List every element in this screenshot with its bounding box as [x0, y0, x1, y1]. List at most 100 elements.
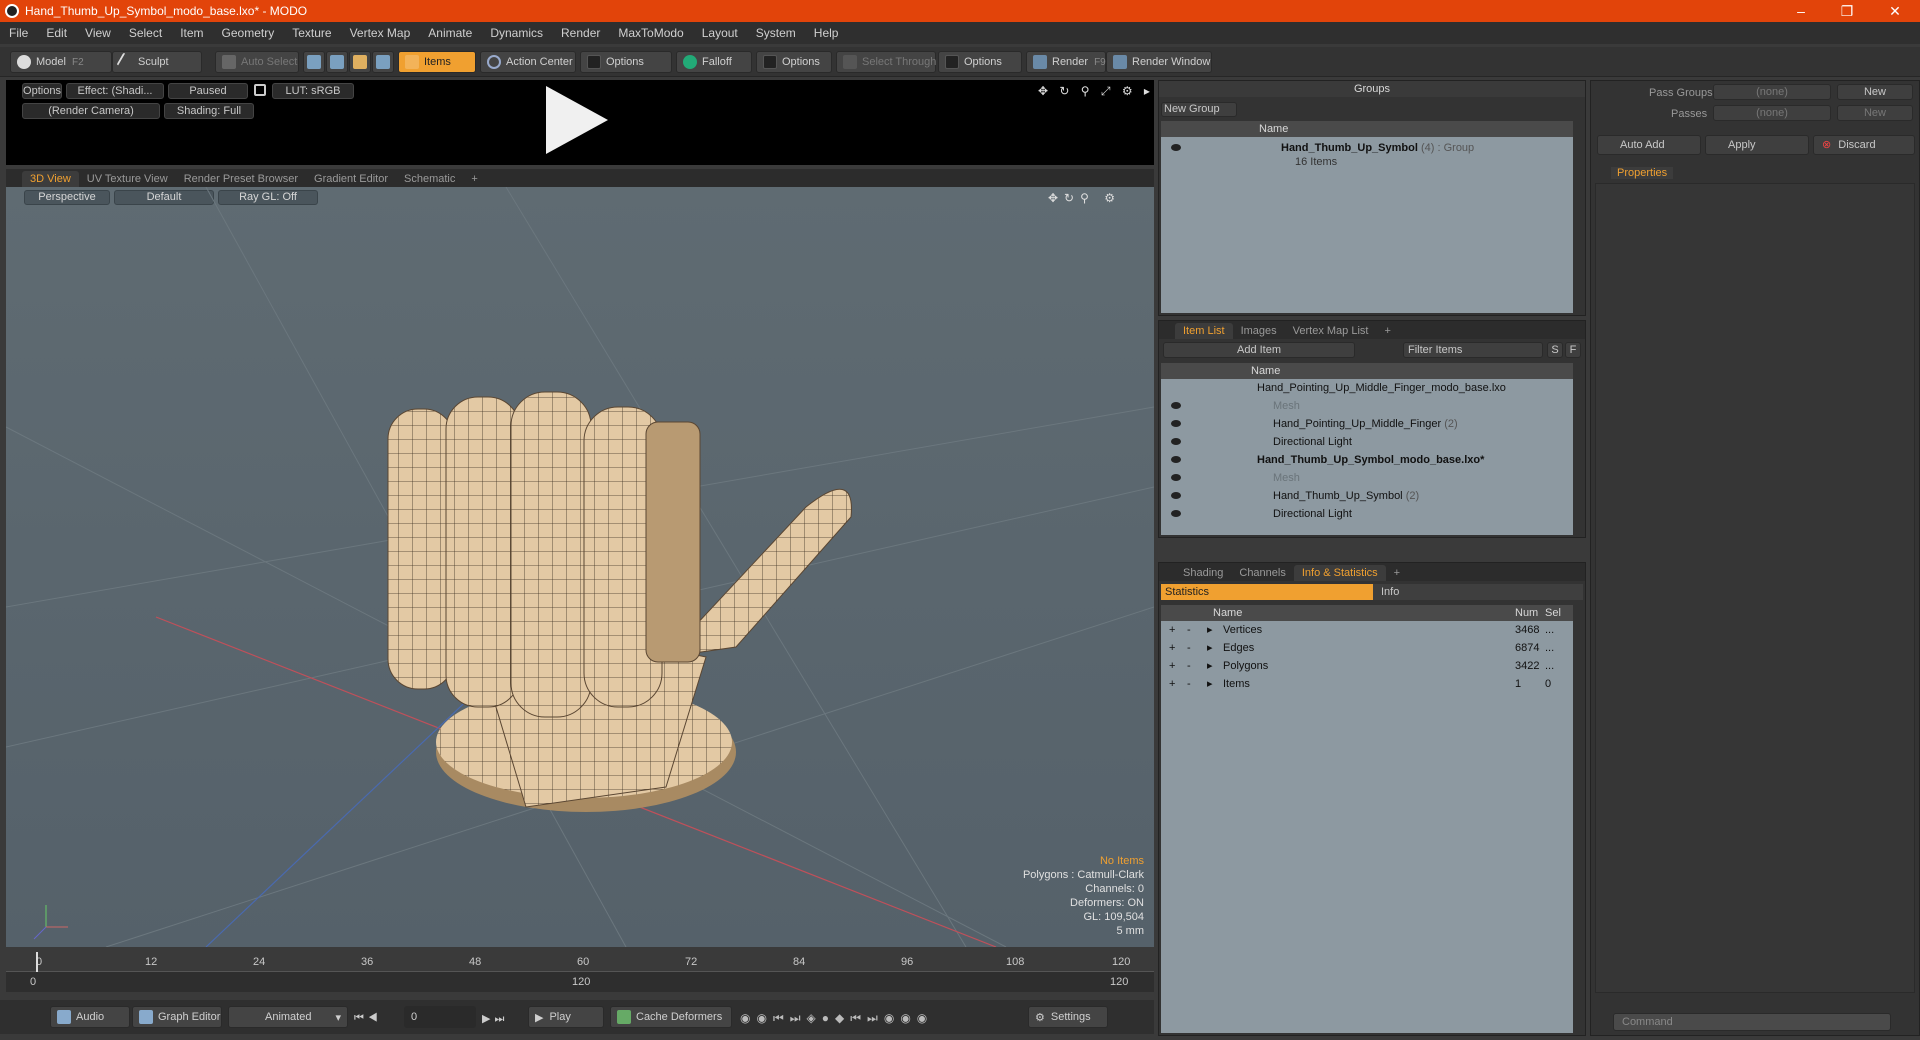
eye-icon[interactable] — [1171, 510, 1181, 517]
menu-vertex-map[interactable]: Vertex Map — [341, 22, 420, 44]
eye-icon[interactable] — [1171, 456, 1181, 463]
tab-item-list[interactable]: Item List — [1175, 323, 1233, 339]
menu-system[interactable]: System — [747, 22, 805, 44]
discard-button[interactable]: ⊗ Discard — [1813, 135, 1915, 155]
eye-icon[interactable] — [1171, 402, 1181, 409]
auto-select-button[interactable]: Auto Select — [215, 51, 299, 73]
edges-mode-button[interactable] — [326, 51, 348, 73]
render-button[interactable]: Render F9 — [1026, 51, 1106, 73]
filter-s-button[interactable]: S — [1547, 342, 1563, 358]
shading-dropdown[interactable]: Shading: Full — [164, 103, 254, 119]
pass-groups-dropdown[interactable]: (none) — [1713, 84, 1831, 100]
eye-icon[interactable] — [1171, 492, 1181, 499]
settings-button[interactable]: ⚙ Settings — [1028, 1006, 1108, 1028]
menu-render[interactable]: Render — [552, 22, 609, 44]
tab-3d-view[interactable]: 3D View — [22, 171, 79, 187]
playhead[interactable] — [36, 952, 38, 972]
add-tab-icon[interactable]: + — [463, 171, 485, 187]
auto-add-button[interactable]: Auto Add — [1597, 135, 1701, 155]
menu-select[interactable]: Select — [120, 22, 171, 44]
minimize-button[interactable]: – — [1778, 0, 1824, 22]
key-controls[interactable]: ◉◉⏮⏭◈●◆⏮⏭◉◉◉ — [740, 1011, 933, 1026]
command-input[interactable]: Command — [1613, 1013, 1891, 1031]
item-row-light-1[interactable]: Directional Light — [1161, 433, 1573, 451]
eye-icon[interactable] — [1171, 144, 1181, 151]
menu-layout[interactable]: Layout — [693, 22, 747, 44]
polygons-mode-button[interactable] — [349, 51, 371, 73]
graph-editor-button[interactable]: Graph Editor — [132, 1006, 222, 1028]
play-icon[interactable] — [546, 86, 608, 154]
stats-row-edges[interactable]: + - ▸ Edges 6874 ... — [1161, 639, 1573, 657]
minus-icon[interactable]: - — [1187, 639, 1191, 657]
falloff-button[interactable]: Falloff — [676, 51, 752, 73]
minus-icon[interactable]: - — [1187, 657, 1191, 675]
eye-icon[interactable] — [1171, 474, 1181, 481]
item-row-middle-finger-scene[interactable]: Hand_Pointing_Up_Middle_Finger_modo_base… — [1161, 379, 1573, 397]
viewport-3d[interactable]: Perspective Default Ray GL: Off ✥↻⚲ ⚙ No… — [6, 187, 1154, 947]
preview-options-button[interactable]: Options — [22, 83, 62, 99]
tab-properties[interactable]: Properties — [1611, 167, 1674, 179]
expand-icon[interactable]: ▸ — [1207, 657, 1213, 675]
tab-gradient-editor[interactable]: Gradient Editor — [306, 171, 396, 187]
cache-deformers-button[interactable]: Cache Deformers — [610, 1006, 732, 1028]
minus-icon[interactable]: - — [1187, 621, 1191, 639]
falloff-options-button[interactable]: Options — [756, 51, 832, 73]
play-button[interactable]: ▶ Play — [528, 1006, 604, 1028]
render-window-button[interactable]: Render Window — [1106, 51, 1212, 73]
select-through-options-button[interactable]: Options — [938, 51, 1022, 73]
close-button[interactable]: ✕ — [1872, 0, 1918, 22]
stats-row-polygons[interactable]: + - ▸ Polygons 3422 ... — [1161, 657, 1573, 675]
preview-paused-button[interactable]: Paused — [168, 83, 248, 99]
passes-new-button[interactable]: New — [1837, 105, 1913, 121]
tab-schematic[interactable]: Schematic — [396, 171, 463, 187]
item-row-thumb-scene[interactable]: Hand_Thumb_Up_Symbol_modo_base.lxo* — [1161, 451, 1573, 469]
item-row-thumb-up[interactable]: Hand_Thumb_Up_Symbol (2) — [1161, 487, 1573, 505]
eye-icon[interactable] — [1171, 420, 1181, 427]
tab-uv-texture-view[interactable]: UV Texture View — [79, 171, 176, 187]
vertices-mode-button[interactable] — [303, 51, 325, 73]
sculpt-mode-button[interactable]: Sculpt — [112, 51, 202, 73]
stats-row-items[interactable]: + - ▸ Items 1 0 — [1161, 675, 1573, 693]
menu-item[interactable]: Item — [171, 22, 212, 44]
pass-groups-new-button[interactable]: New — [1837, 84, 1913, 100]
expand-icon[interactable]: ▸ — [1207, 621, 1213, 639]
add-tab-icon-2[interactable]: + — [1376, 323, 1398, 339]
tab-statistics[interactable]: Statistics — [1161, 584, 1373, 600]
new-group-button[interactable]: New Group — [1161, 102, 1237, 117]
expand-icon[interactable]: ▸ — [1207, 639, 1213, 657]
menu-animate[interactable]: Animate — [419, 22, 481, 44]
preview-nav-icons[interactable]: ✥ ↻ ⚲ ⤢ ⚙ ▸ — [1038, 84, 1154, 99]
tab-channels[interactable]: Channels — [1231, 565, 1293, 581]
item-row-mesh-1[interactable]: Mesh — [1161, 397, 1573, 415]
select-through-button[interactable]: Select Through — [836, 51, 936, 73]
animated-dropdown[interactable]: Animated ▾ — [228, 1006, 348, 1028]
item-row-light-2[interactable]: Directional Light — [1161, 505, 1573, 523]
frame-input[interactable]: 0 — [404, 1006, 476, 1028]
render-camera-dropdown[interactable]: (Render Camera) — [22, 103, 160, 119]
minus-icon[interactable]: - — [1187, 675, 1191, 693]
group-row[interactable]: Hand_Thumb_Up_Symbol (4) : Group — [1161, 139, 1573, 157]
tab-render-preset-browser[interactable]: Render Preset Browser — [176, 171, 306, 187]
materials-mode-button[interactable] — [372, 51, 394, 73]
audio-button[interactable]: Audio — [50, 1006, 130, 1028]
items-mode-button[interactable]: Items — [398, 51, 476, 73]
menu-maxtomodo[interactable]: MaxToModo — [609, 22, 692, 44]
stats-row-vertices[interactable]: + - ▸ Vertices 3468 ... — [1161, 621, 1573, 639]
tab-info-statistics[interactable]: Info & Statistics — [1293, 565, 1386, 581]
model-mode-button[interactable]: Model F2 — [10, 51, 112, 73]
tab-images[interactable]: Images — [1233, 323, 1285, 339]
menu-texture[interactable]: Texture — [283, 22, 340, 44]
filter-items-input[interactable]: Filter Items — [1403, 342, 1543, 358]
plus-icon[interactable]: + — [1169, 639, 1175, 657]
plus-icon[interactable]: + — [1169, 621, 1175, 639]
plus-icon[interactable]: + — [1169, 657, 1175, 675]
tab-vertex-map-list[interactable]: Vertex Map List — [1285, 323, 1377, 339]
tab-shading[interactable]: Shading — [1175, 565, 1231, 581]
action-center-options-button[interactable]: Options — [580, 51, 672, 73]
eye-icon[interactable] — [1171, 438, 1181, 445]
menu-file[interactable]: File — [0, 22, 37, 44]
plus-icon[interactable]: + — [1169, 675, 1175, 693]
tab-info[interactable]: Info — [1373, 584, 1583, 600]
rewind-controls[interactable]: ⏮◀ — [354, 1012, 382, 1025]
menu-edit[interactable]: Edit — [37, 22, 76, 44]
